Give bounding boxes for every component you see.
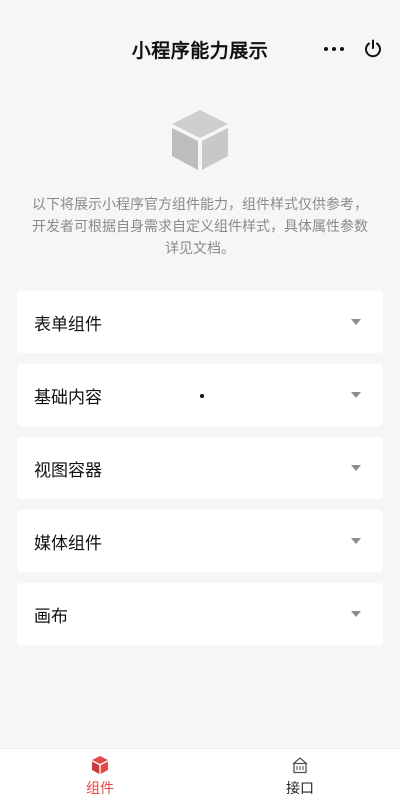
category-item-label: 视图容器 (34, 460, 102, 481)
more-dot (324, 47, 328, 51)
navigation-bar: 小程序能力展示 (0, 0, 400, 96)
category-item-label: 表单组件 (34, 314, 102, 335)
tab-label: 组件 (86, 781, 114, 797)
chevron-down-icon (351, 465, 361, 471)
chevron-down-icon (351, 611, 361, 617)
cursor-dot (200, 394, 204, 398)
category-item-canvas[interactable]: 画布 (17, 583, 383, 645)
category-item-form[interactable]: 表单组件 (17, 291, 383, 353)
category-item-label: 媒体组件 (34, 533, 102, 554)
chevron-down-icon (351, 392, 361, 398)
tab-bar: 组件 接口 (0, 748, 400, 800)
api-icon (292, 757, 308, 774)
component-category-list: 表单组件 基础内容 视图容器 媒体组件 画布 (17, 291, 383, 656)
more-dot (332, 47, 336, 51)
more-button[interactable] (318, 34, 350, 64)
tab-components[interactable]: 组件 (0, 749, 200, 800)
close-button[interactable] (358, 34, 388, 64)
header: 以下将展示小程序官方组件能力，组件样式仅供参考，开发者可根据自身需求自定义组件样… (0, 108, 400, 260)
capsule-menu (318, 34, 388, 64)
chevron-down-icon (351, 538, 361, 544)
cube-icon (172, 110, 228, 170)
more-dot (340, 47, 344, 51)
power-icon (365, 39, 381, 58)
tab-api[interactable]: 接口 (200, 749, 400, 800)
intro-text: 以下将展示小程序官方组件能力，组件样式仅供参考，开发者可根据自身需求自定义组件样… (32, 197, 368, 257)
category-item-label: 基础内容 (34, 387, 102, 408)
page: 小程序能力展示 以下将展示小程序官方组件能力，组件样式仅供参考，开发者可根据自身… (0, 0, 400, 800)
category-item-label: 画布 (34, 606, 68, 627)
cube-icon (92, 756, 108, 774)
category-item-media[interactable]: 媒体组件 (17, 510, 383, 572)
tab-label: 接口 (286, 781, 314, 797)
chevron-down-icon (351, 319, 361, 325)
category-item-view-container[interactable]: 视图容器 (17, 437, 383, 499)
